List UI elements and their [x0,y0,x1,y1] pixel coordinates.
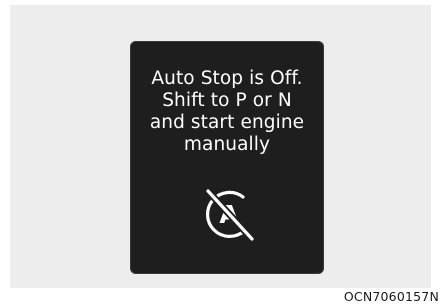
message-line-2: Shift to P or N [162,90,292,111]
message-line-1: Auto Stop is Off. [151,68,303,89]
message-line-3: and start engine [149,112,305,133]
figure-code: OCN7060157N [343,289,439,304]
cluster-display-panel: Auto Stop is Off. Shift to P or N and st… [130,41,324,274]
auto-stop-off-icon: A [204,187,256,243]
warning-message: Auto Stop is Off. Shift to P or N and st… [130,68,324,156]
message-line-4: manually [183,134,271,155]
